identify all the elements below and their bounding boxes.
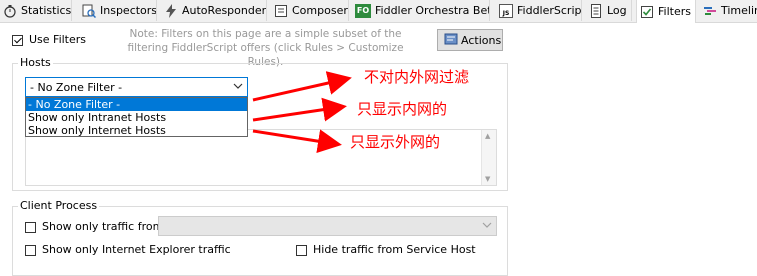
tab-autoresponder[interactable]: AutoResponder	[161, 0, 267, 21]
script-icon: JS	[499, 3, 513, 18]
tab-label: Statistics	[21, 4, 72, 17]
process-select[interactable]	[158, 216, 497, 236]
option-intranet-hosts[interactable]: Show only Intranet Hosts	[26, 111, 247, 124]
annotation-no-filter: 不对内外网过滤	[364, 68, 470, 86]
tab-label: FiddlerScript	[517, 4, 582, 17]
zone-filter-dropdown: - No Zone Filter - Show only Intranet Ho…	[25, 97, 248, 137]
option-no-zone-filter[interactable]: - No Zone Filter -	[26, 98, 247, 111]
hosts-scrollbar[interactable]: ▲ ▼	[481, 130, 496, 185]
ie-traffic-label: Show only Internet Explorer traffic	[42, 243, 231, 256]
annotation-internet: 只显示外网的	[350, 133, 441, 151]
timeline-icon	[703, 4, 717, 18]
tab-fiddlerscript[interactable]: JS FiddlerScript	[496, 0, 582, 21]
option-internet-hosts[interactable]: Show only Internet Hosts	[26, 124, 247, 137]
hosts-group-title: Hosts	[18, 56, 53, 69]
tab-label: Inspectors	[100, 4, 157, 17]
tab-fiddler-orchestra[interactable]: FO Fiddler Orchestra Beta	[352, 0, 490, 21]
zone-filter-select[interactable]: - No Zone Filter -	[25, 77, 248, 97]
inspect-icon	[82, 4, 97, 18]
tab-label: Composer	[292, 4, 348, 17]
show-only-from-label: Show only traffic from	[42, 220, 164, 233]
fo-icon: FO	[355, 3, 371, 18]
hide-service-host-label: Hide traffic from Service Host	[313, 243, 476, 256]
actions-button[interactable]: Actions	[437, 29, 503, 51]
chevron-down-icon	[482, 220, 492, 233]
lightning-icon	[164, 3, 178, 18]
annotation-intranet: 只显示内网的	[357, 100, 448, 118]
checkbox-icon	[640, 5, 654, 19]
log-icon	[589, 3, 603, 18]
tab-label: Timeline	[721, 4, 757, 17]
client-process-title: Client Process	[18, 199, 100, 212]
scroll-up-icon[interactable]: ▲	[485, 132, 490, 140]
chevron-down-icon	[233, 81, 243, 94]
tab-filters[interactable]: Filters	[636, 0, 696, 23]
tab-log[interactable]: Log	[586, 0, 632, 21]
tab-bar: Statistics Inspectors AutoResponder Comp…	[0, 0, 757, 23]
actions-label: Actions	[461, 33, 502, 47]
ie-traffic-checkbox[interactable]	[25, 245, 36, 256]
fo-badge: FO	[356, 6, 370, 15]
tab-label: AutoResponder	[182, 4, 267, 17]
tab-label: Log	[607, 4, 627, 17]
zone-filter-value: - No Zone Filter -	[30, 80, 123, 94]
tab-label: Filters	[658, 5, 691, 18]
hide-service-host-checkbox[interactable]	[296, 245, 307, 256]
composer-icon	[274, 4, 288, 18]
show-only-from-checkbox[interactable]	[25, 222, 36, 233]
tab-statistics[interactable]: Statistics	[0, 0, 72, 21]
actions-icon	[444, 32, 458, 49]
scroll-down-icon[interactable]: ▼	[485, 175, 490, 183]
use-filters-checkbox[interactable]	[12, 35, 23, 46]
tab-composer[interactable]: Composer	[271, 0, 349, 21]
tab-timeline[interactable]: Timeline	[700, 0, 757, 21]
tab-label: Fiddler Orchestra Beta	[375, 4, 490, 17]
stopwatch-icon	[3, 4, 17, 18]
use-filters-label: Use Filters	[29, 33, 87, 46]
js-badge: JS	[502, 9, 510, 17]
tab-inspectors[interactable]: Inspectors	[79, 0, 157, 21]
